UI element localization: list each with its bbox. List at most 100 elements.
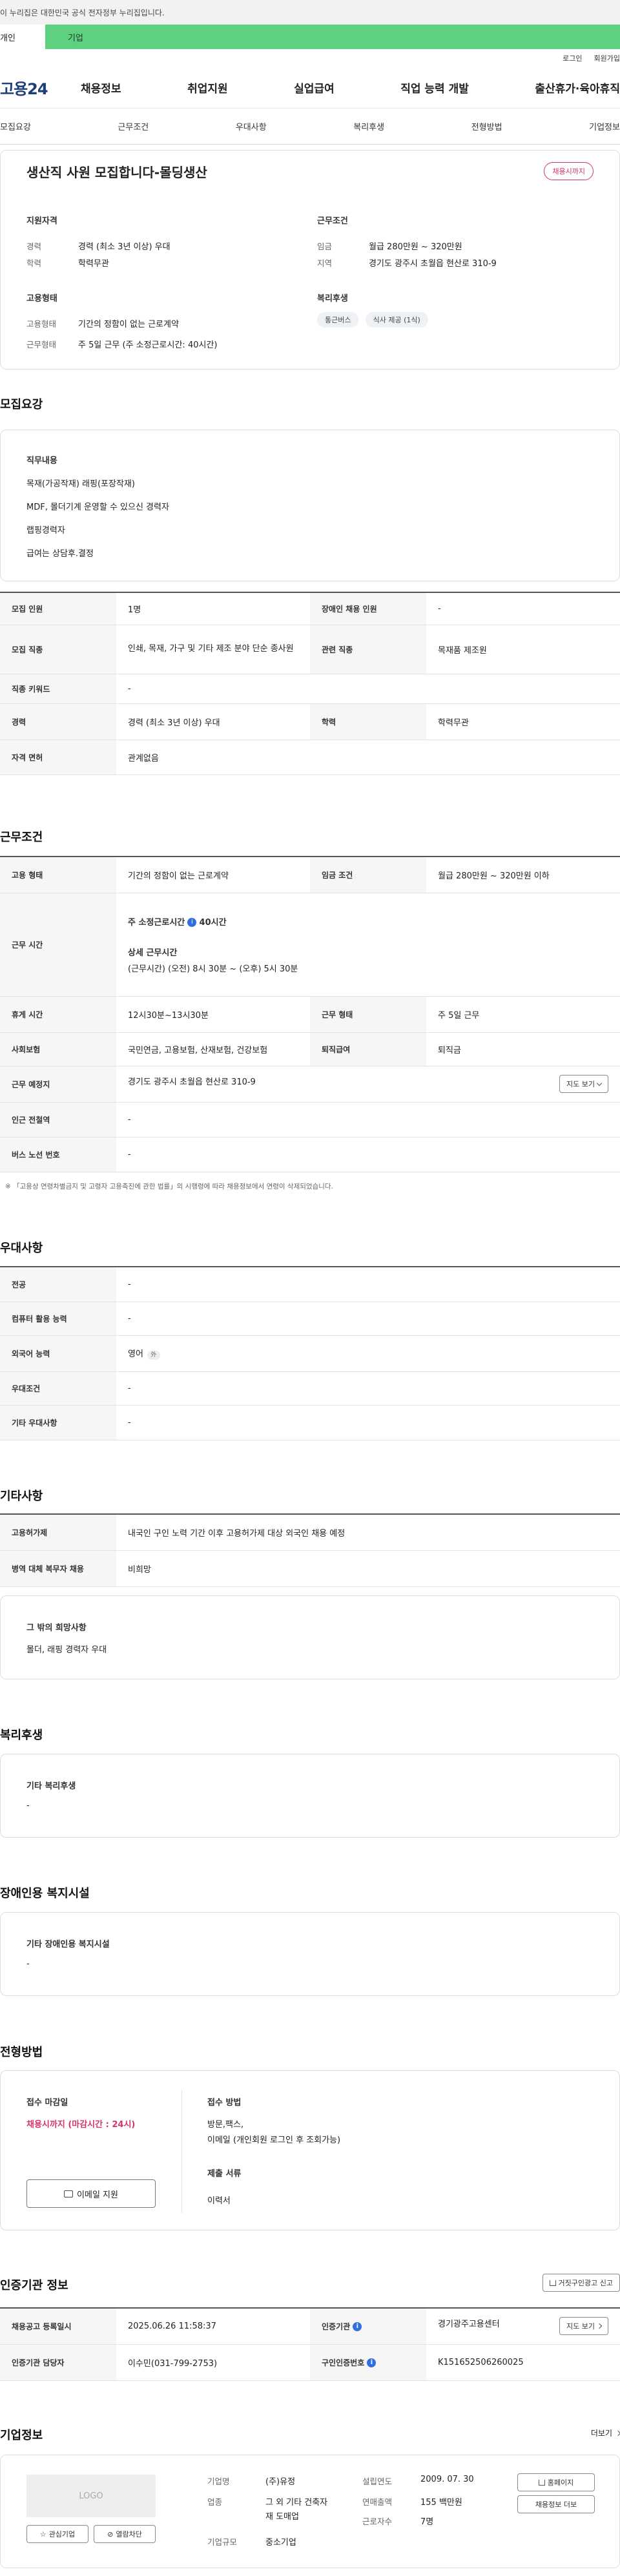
block-view-label: 열람차단	[116, 2530, 142, 2539]
documents-value: 이력서	[207, 2196, 231, 2206]
table-cell: 퇴직금	[426, 1032, 620, 1066]
site-logo[interactable]: 고용24	[0, 76, 71, 99]
industry-value-2: 재 도매업	[265, 2512, 299, 2522]
table-header-cell: 우대조건	[0, 1371, 116, 1406]
table-cell: 국민연금, 고용보험, 산재보험, 건강보험	[116, 1032, 310, 1066]
education-value: 학력무관	[78, 259, 109, 269]
qualification-title: 지원자격	[26, 216, 57, 226]
login-link[interactable]: 로그인	[563, 53, 582, 63]
section-nav-conditions[interactable]: 근무조건	[118, 120, 149, 132]
home-icon	[549, 2280, 556, 2286]
work-type-label: 근무형태	[26, 340, 57, 349]
table-cell: 경기도 광주시 초월읍 현산로 310-9 지도 보기	[116, 1066, 620, 1103]
disabled-box-title: 기타 장애인용 복지시설	[26, 1940, 110, 1949]
menu-item-vocational-training[interactable]: 직업 능력 개발	[400, 79, 469, 96]
certification-table: 채용공고 등록일시 2025.06.26 11:58:37 인증기관 i 경기광…	[0, 2307, 620, 2381]
table-header-cell: 버스 노선 번호	[0, 1137, 116, 1172]
info-icon[interactable]: i	[353, 2322, 362, 2332]
cert-map-button[interactable]: 지도 보기	[559, 2317, 608, 2336]
utility-links: 로그인 회원가입	[0, 49, 620, 67]
selection-box: 접수 마감일 채용시까지 (마감시간 : 24시) 이메일 지원 접수 방법 방…	[0, 2070, 620, 2230]
tab-personal[interactable]: 개인	[0, 25, 45, 49]
table-row: 경력 경력 (최소 3년 이상) 우대 학력 학력무관	[0, 703, 620, 740]
report-false-ad-button[interactable]: 거짓구인광고 신고	[542, 2274, 620, 2292]
table-row: 채용공고 등록일시 2025.06.26 11:58:37 인증기관 i 경기광…	[0, 2307, 620, 2345]
block-view-button[interactable]: ⊘ 열람차단	[94, 2525, 156, 2543]
deadline-badge: 채용시까지	[544, 162, 594, 180]
company-more-label: 더보기	[590, 2429, 612, 2438]
table-header-cell: 인증기관 담당자	[0, 2344, 116, 2381]
table-cell: 관계없음	[116, 740, 620, 775]
menu-item-maternity-leave[interactable]: 출산휴가·육아휴직	[535, 79, 620, 96]
table-row: 전공 -	[0, 1266, 620, 1302]
join-link[interactable]: 회원가입	[594, 53, 620, 63]
map-button[interactable]: 지도 보기	[559, 1075, 608, 1093]
info-icon[interactable]: i	[367, 2358, 377, 2367]
table-header-cell: 사회보험	[0, 1032, 116, 1066]
table-cell: 학력무관	[426, 703, 620, 740]
revenue-value: 155 백만원	[420, 2498, 462, 2508]
company-more-link[interactable]: 더보기	[591, 2427, 620, 2438]
company-name-label: 기업명	[207, 2477, 230, 2486]
table-header-cell: 인증기관 i	[310, 2307, 426, 2345]
homepage-label: 홈페이지	[547, 2478, 574, 2487]
duty-title: 직무내용	[26, 456, 57, 466]
table-cell: 경력 (최소 3년 이상) 우대	[116, 703, 310, 740]
company-jobs-button[interactable]: 채용정보 더보	[517, 2495, 595, 2513]
employment-type-title: 고용형태	[26, 294, 57, 304]
table-header-cell: 병역 대체 복무자 채용	[0, 1550, 116, 1587]
table-header-cell: 근무 시간	[0, 893, 116, 997]
company-section: 기업정보 더보기	[0, 2426, 620, 2443]
welfare-box-title: 기타 복리후생	[26, 1781, 76, 1791]
table-header-cell: 기타 우대사항	[0, 1405, 116, 1440]
language-level-badge: 外	[147, 1351, 160, 1360]
section-nav-welfare[interactable]: 복리후생	[353, 120, 384, 132]
section-nav-company[interactable]: 기업정보	[589, 120, 620, 132]
table-header-cell: 휴게 시간	[0, 996, 116, 1033]
company-jobs-label: 채용정보 더보	[535, 2500, 577, 2509]
report-false-ad-label: 거짓구인광고 신고	[558, 2279, 613, 2287]
etc-heading: 기타사항	[0, 1490, 43, 1503]
info-icon[interactable]: i	[187, 918, 197, 927]
home-icon	[538, 2479, 545, 2486]
table-cell: 목재품 제조원	[426, 625, 620, 674]
table-header-cell: 구인인증번호 i	[310, 2344, 426, 2381]
star-icon: ☆	[39, 2529, 46, 2539]
table-row: 자격 면허 관계없음	[0, 740, 620, 775]
detail-hours-title: 상세 근무시간	[128, 948, 178, 958]
table-row: 근무 시간 주 소정근로시간 i 40시간 상세 근무시간 (근무시간) (오전…	[0, 893, 620, 997]
employment-type-label: 고용형태	[26, 319, 57, 329]
table-cell: 내국인 구인 노력 기간 이후 고용허가제 대상 외국인 채용 예정	[116, 1513, 620, 1551]
menu-item-unemployment-benefit[interactable]: 실업급여	[294, 79, 335, 96]
favorite-company-button[interactable]: ☆ 관심기업	[26, 2525, 88, 2543]
welfare-heading: 복리후생	[0, 1729, 43, 1742]
menu-item-employment-support[interactable]: 취업지원	[187, 79, 228, 96]
table-header-cell: 관련 직종	[310, 625, 426, 674]
tab-company[interactable]: 기업	[45, 25, 620, 49]
table-row: 외국어 능력 영어 外	[0, 1335, 620, 1372]
welfare-section: 복리후생	[0, 1726, 620, 1743]
table-cell: 월급 280만원 ~ 320만원 이하	[426, 856, 620, 893]
preference-section: 우대사항	[0, 1239, 620, 1256]
detail-hours-value: (근무시간) (오전) 8시 30분 ~ (오후) 5시 30분	[128, 964, 298, 974]
mail-icon	[64, 2190, 74, 2197]
homepage-button[interactable]: 홈페이지	[517, 2473, 595, 2491]
table-row: 사회보험 국민연금, 고용보험, 산재보험, 건강보험 퇴직급여 퇴직금	[0, 1032, 620, 1066]
table-cell: 2025.06.26 11:58:37	[116, 2307, 310, 2345]
table-row: 근무 예정지 경기도 광주시 초월읍 현산로 310-9 지도 보기	[0, 1066, 620, 1103]
disabled-box: 기타 장애인용 복지시설 -	[0, 1912, 620, 1996]
cert-org-value: 경기광주고용센터	[438, 2320, 500, 2330]
section-nav-selection[interactable]: 전형방법	[471, 120, 502, 132]
table-cell: -	[116, 1102, 620, 1137]
section-nav-preference[interactable]: 우대사항	[236, 120, 267, 132]
employees-value: 7명	[420, 2517, 434, 2527]
region-value: 경기도 광주시 초월읍 현산로 310-9	[369, 259, 497, 269]
menu-item-jobs[interactable]: 채용정보	[81, 79, 121, 96]
method-title: 접수 방법	[207, 2098, 242, 2108]
employees-label: 근로자수	[362, 2517, 393, 2526]
welfare-chip: 통근버스	[317, 312, 359, 327]
section-nav-recruit[interactable]: 모집요강	[0, 120, 31, 132]
table-row: 우대조건 -	[0, 1371, 620, 1406]
email-apply-button[interactable]: 이메일 지원	[26, 2179, 156, 2208]
table-header-cell: 근무 예정지	[0, 1066, 116, 1103]
